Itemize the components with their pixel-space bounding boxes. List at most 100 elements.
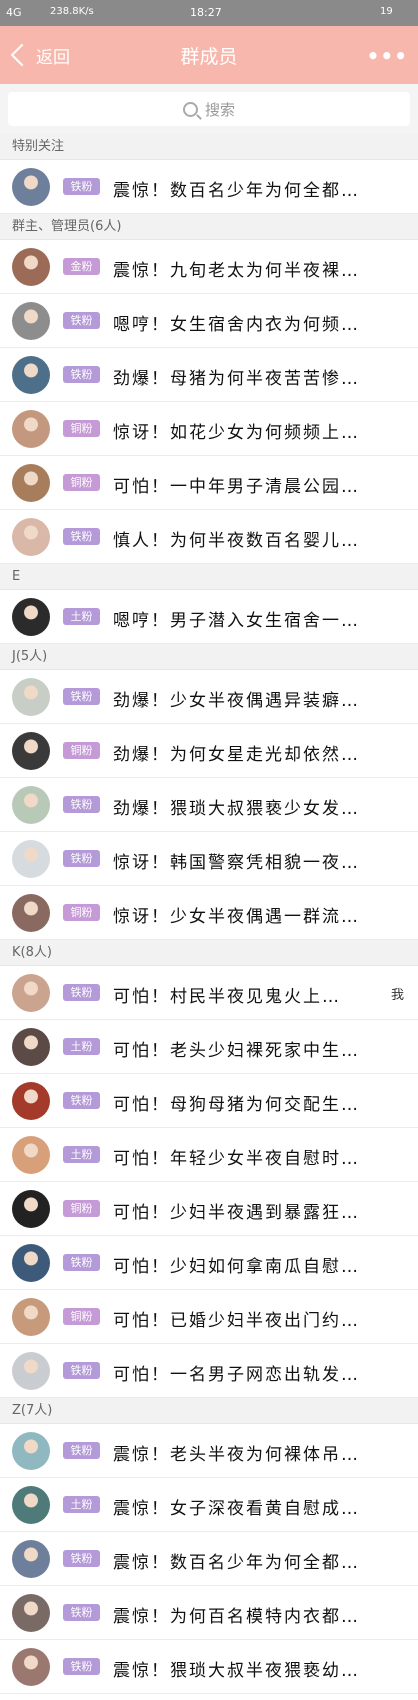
- member-row[interactable]: 铁粉 可怕！村民半夜见鬼火上… 我: [0, 966, 418, 1020]
- fan-level-badge: 土粉: [63, 1496, 100, 1513]
- avatar[interactable]: [12, 1136, 50, 1174]
- member-name: 震惊！数百名少年为何全都…: [113, 1553, 360, 1573]
- avatar[interactable]: [12, 1486, 50, 1524]
- avatar[interactable]: [12, 840, 50, 878]
- fan-level-badge: 铁粉: [63, 688, 100, 705]
- member-name: 劲爆！猥琐大叔猥亵少女发…: [113, 799, 360, 819]
- member-row[interactable]: 土粉 嗯哼！男子潜入女生宿舍一…: [0, 590, 418, 644]
- avatar[interactable]: [12, 1352, 50, 1390]
- member-row[interactable]: 铁粉 慎人！为何半夜数百名婴儿…: [0, 510, 418, 564]
- fan-level-badge: 铁粉: [63, 1092, 100, 1109]
- avatar[interactable]: [12, 1244, 50, 1282]
- avatar[interactable]: [12, 410, 50, 448]
- member-row[interactable]: 土粉 可怕！老头少妇裸死家中生…: [0, 1020, 418, 1074]
- member-row[interactable]: 铁粉 震惊！为何百名模特内衣都…: [0, 1586, 418, 1640]
- member-name: 可怕！村民半夜见鬼火上…: [113, 987, 341, 1007]
- member-name: 嗯哼！男子潜入女生宿舍一…: [113, 611, 360, 631]
- fan-level-badge: 铁粉: [63, 528, 100, 545]
- fan-level-badge: 金粉: [63, 258, 100, 275]
- member-row[interactable]: 铜粉 可怕！已婚少妇半夜出门约…: [0, 1290, 418, 1344]
- fan-level-badge: 铜粉: [63, 742, 100, 759]
- member-row[interactable]: 铜粉 惊讶！少女半夜偶遇一群流…: [0, 886, 418, 940]
- avatar[interactable]: [12, 678, 50, 716]
- member-name: 可怕！母狗母猪为何交配生…: [113, 1095, 360, 1115]
- avatar[interactable]: [12, 518, 50, 556]
- search-icon: [182, 101, 198, 117]
- fan-level-badge: 铁粉: [63, 796, 100, 813]
- member-row[interactable]: 铁粉 劲爆！母猪为何半夜苦苦惨…: [0, 348, 418, 402]
- avatar[interactable]: [12, 1594, 50, 1632]
- avatar[interactable]: [12, 974, 50, 1012]
- avatar[interactable]: [12, 1432, 50, 1470]
- member-row[interactable]: 铁粉 劲爆！猥琐大叔猥亵少女发…: [0, 778, 418, 832]
- search-bar: 搜索: [0, 84, 418, 135]
- member-row[interactable]: 铜粉 可怕！一中年男子清晨公园…: [0, 456, 418, 510]
- fan-level-badge: 铁粉: [63, 178, 100, 195]
- fan-level-badge: 铁粉: [63, 1254, 100, 1271]
- avatar[interactable]: [12, 1648, 50, 1686]
- fan-level-badge: 铜粉: [63, 1200, 100, 1217]
- member-row[interactable]: 铁粉 可怕！一名男子网恋出轨发…: [0, 1344, 418, 1398]
- fan-level-badge: 铁粉: [63, 1604, 100, 1621]
- member-name: 震惊！女子深夜看黄自慰成…: [113, 1499, 360, 1519]
- member-row[interactable]: 铁粉 震惊！数百名少年为何全都…: [0, 160, 418, 214]
- section-header: J(5人): [0, 644, 418, 670]
- search-input[interactable]: 搜索: [8, 92, 410, 126]
- fan-level-badge: 铁粉: [63, 1442, 100, 1459]
- member-row[interactable]: 铁粉 劲爆！少女半夜偶遇异装癖…: [0, 670, 418, 724]
- member-row[interactable]: 土粉 震惊！女子深夜看黄自慰成…: [0, 1478, 418, 1532]
- member-row[interactable]: 铁粉 震惊！数百名少年为何全都…: [0, 1532, 418, 1586]
- avatar[interactable]: [12, 168, 50, 206]
- member-list: 特别关注 铁粉 震惊！数百名少年为何全都… 群主、管理员(6人) 金粉 震惊！九旬老太为何…: [0, 134, 418, 1694]
- member-row[interactable]: 铜粉 惊讶！如花少女为何频频上…: [0, 402, 418, 456]
- member-row[interactable]: 铜粉 劲爆！为何女星走光却依然…: [0, 724, 418, 778]
- avatar[interactable]: [12, 248, 50, 286]
- avatar[interactable]: [12, 302, 50, 340]
- fan-level-badge: 铁粉: [63, 984, 100, 1001]
- section-header: 群主、管理员(6人): [0, 214, 418, 240]
- member-row[interactable]: 金粉 震惊！九旬老太为何半夜裸…: [0, 240, 418, 294]
- member-row[interactable]: 铜粉 可怕！少妇半夜遇到暴露狂…: [0, 1182, 418, 1236]
- avatar[interactable]: [12, 1190, 50, 1228]
- avatar[interactable]: [12, 598, 50, 636]
- network-speed: 238.8K/s: [50, 6, 94, 17]
- member-name: 可怕！年轻少女半夜自慰时…: [113, 1149, 360, 1169]
- member-row[interactable]: 土粉 可怕！年轻少女半夜自慰时…: [0, 1128, 418, 1182]
- member-name: 可怕！已婚少妇半夜出门约…: [113, 1311, 360, 1331]
- avatar[interactable]: [12, 732, 50, 770]
- member-row[interactable]: 铁粉 可怕！母狗母猪为何交配生…: [0, 1074, 418, 1128]
- fan-level-badge: 铁粉: [63, 850, 100, 867]
- section-header: E: [0, 564, 418, 590]
- fan-level-badge: 铜粉: [63, 904, 100, 921]
- member-name: 惊讶！韩国警察凭相貌一夜…: [113, 853, 360, 873]
- search-placeholder: 搜索: [204, 100, 235, 119]
- member-row[interactable]: 铁粉 惊讶！韩国警察凭相貌一夜…: [0, 832, 418, 886]
- avatar[interactable]: [12, 1082, 50, 1120]
- member-name: 震惊！数百名少年为何全都…: [113, 181, 360, 201]
- avatar[interactable]: [12, 464, 50, 502]
- member-row[interactable]: 铁粉 震惊！猥琐大叔半夜猥亵幼…: [0, 1640, 418, 1694]
- more-button[interactable]: •••: [367, 44, 408, 68]
- member-name: 震惊！老头半夜为何裸体吊…: [113, 1445, 360, 1465]
- network-indicator: 4G: [6, 6, 22, 19]
- member-name: 惊讶！少女半夜偶遇一群流…: [113, 907, 360, 927]
- avatar[interactable]: [12, 1540, 50, 1578]
- fan-level-badge: 铁粉: [63, 1658, 100, 1675]
- avatar[interactable]: [12, 786, 50, 824]
- section-header: Z(7人): [0, 1398, 418, 1424]
- member-row[interactable]: 铁粉 嗯哼！女生宿舍内衣为何频…: [0, 294, 418, 348]
- clock: 18:27: [190, 6, 222, 19]
- avatar[interactable]: [12, 1028, 50, 1066]
- avatar[interactable]: [12, 356, 50, 394]
- member-row[interactable]: 铁粉 震惊！老头半夜为何裸体吊…: [0, 1424, 418, 1478]
- fan-level-badge: 土粉: [63, 608, 100, 625]
- member-row[interactable]: 铁粉 可怕！少妇如何拿南瓜自慰…: [0, 1236, 418, 1290]
- avatar[interactable]: [12, 894, 50, 932]
- fan-level-badge: 铁粉: [63, 312, 100, 329]
- page-title: 群成员: [180, 46, 238, 68]
- avatar[interactable]: [12, 1298, 50, 1336]
- member-name: 可怕！一中年男子清晨公园…: [113, 477, 360, 497]
- fan-level-badge: 铁粉: [63, 366, 100, 383]
- self-marker: 我: [390, 988, 404, 1003]
- member-name: 嗯哼！女生宿舍内衣为何频…: [113, 315, 360, 335]
